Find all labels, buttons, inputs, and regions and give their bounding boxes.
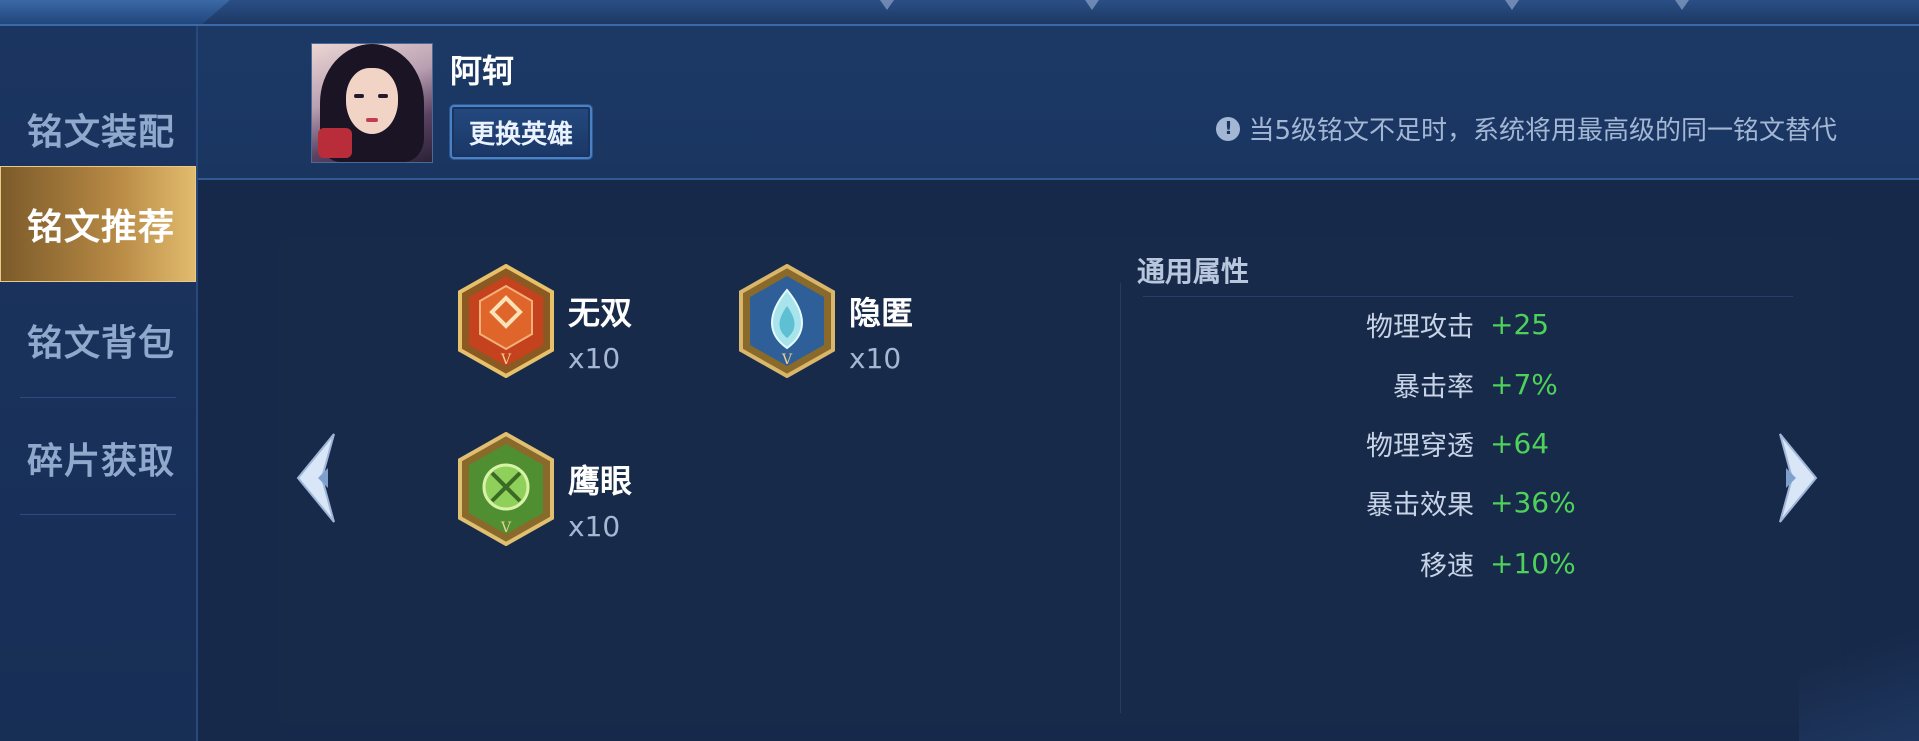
rune-name: 鹰眼 xyxy=(568,462,633,500)
red-rune-icon: V xyxy=(456,264,556,378)
attributes-title: 通用属性 xyxy=(1137,255,1250,288)
chevron-right-icon[interactable] xyxy=(1766,430,1826,526)
sidebar-item-label: 碎片获取 xyxy=(27,441,176,482)
hero-portrait xyxy=(311,43,433,163)
attribute-name: 暴击率 xyxy=(1393,371,1474,403)
sidebar-divider xyxy=(20,397,176,398)
top-bar xyxy=(0,0,1919,26)
sidebar: 铭文装配 铭文推荐 铭文背包 碎片获取 xyxy=(0,26,198,741)
svg-text:V: V xyxy=(500,352,512,368)
attribute-name: 移速 xyxy=(1420,550,1474,582)
attribute-value: +64 xyxy=(1490,426,1550,460)
green-rune-icon: V xyxy=(456,432,556,546)
attribute-row: 暴击效果 +36% xyxy=(1100,482,1640,522)
background-decoration xyxy=(1799,591,1919,741)
top-notch xyxy=(1085,0,1099,10)
attribute-row: 暴击率 +7% xyxy=(1100,364,1640,404)
notice-text: 当5级铭文不足时，系统将用最高级的同一铭文替代 xyxy=(1248,116,1837,146)
sidebar-item-fragments[interactable]: 碎片获取 xyxy=(0,400,196,516)
hero-header: 阿轲 更换英雄 ! 当5级铭文不足时，系统将用最高级的同一铭文替代 xyxy=(198,26,1919,180)
rune-notice: ! 当5级铭文不足时，系统将用最高级的同一铭文替代 xyxy=(1216,110,1837,147)
top-notch xyxy=(1675,0,1689,10)
top-notch xyxy=(880,0,894,10)
blue-rune-icon: V xyxy=(737,264,837,378)
attribute-name: 暴击效果 xyxy=(1366,489,1474,521)
svg-text:V: V xyxy=(500,520,512,536)
attribute-name: 物理穿透 xyxy=(1366,430,1474,462)
attribute-value: +36% xyxy=(1490,485,1576,519)
attribute-value: +10% xyxy=(1490,546,1576,580)
rune-name: 隐匿 xyxy=(849,294,914,332)
info-icon: ! xyxy=(1216,116,1241,141)
rune-name: 无双 xyxy=(568,294,633,332)
attribute-name: 物理攻击 xyxy=(1366,311,1474,343)
sidebar-item-rune-recommend[interactable]: 铭文推荐 xyxy=(0,166,196,282)
attributes-divider xyxy=(1143,296,1793,297)
sidebar-item-rune-bag[interactable]: 铭文背包 xyxy=(0,282,196,398)
sidebar-item-label: 铭文背包 xyxy=(27,323,176,364)
attribute-row: 移速 +10% xyxy=(1100,543,1640,583)
attribute-row: 物理穿透 +64 xyxy=(1100,423,1640,463)
sidebar-item-label: 铭文推荐 xyxy=(27,207,176,248)
attribute-value: +7% xyxy=(1490,367,1558,401)
rune-count: x10 xyxy=(568,342,621,375)
sidebar-divider xyxy=(20,514,176,515)
rune-count: x10 xyxy=(568,510,621,543)
sidebar-item-label: 铭文装配 xyxy=(27,112,176,153)
top-notch xyxy=(1505,0,1519,10)
attribute-value: +25 xyxy=(1490,307,1550,341)
change-hero-button[interactable]: 更换英雄 xyxy=(450,105,592,159)
svg-text:V: V xyxy=(781,352,793,368)
attribute-row: 物理攻击 +25 xyxy=(1100,304,1640,344)
rune-item[interactable]: V 鹰眼 x10 xyxy=(456,432,632,546)
rune-item[interactable]: V 隐匿 x10 xyxy=(737,264,913,378)
hero-name: 阿轲 xyxy=(450,52,515,90)
rune-count: x10 xyxy=(849,342,902,375)
chevron-left-icon[interactable] xyxy=(288,430,348,526)
rune-item[interactable]: V 无双 x10 xyxy=(456,264,632,378)
top-corner-tab[interactable] xyxy=(0,0,230,24)
